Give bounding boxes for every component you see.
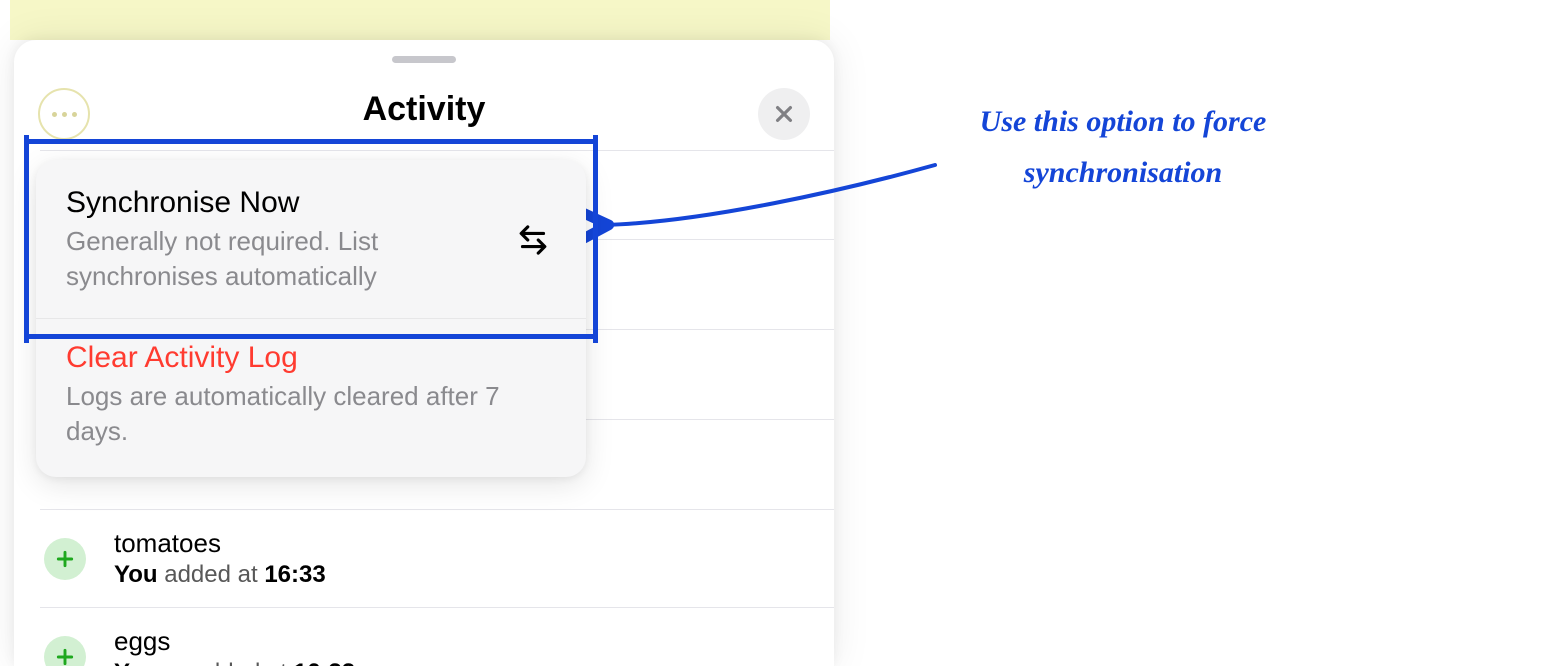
- activity-item-meta: You added at 16:33: [114, 561, 326, 589]
- more-button[interactable]: [38, 88, 90, 140]
- menu-item-title: Synchronise Now: [66, 186, 490, 220]
- activity-verb: added at: [164, 561, 257, 588]
- menu-item-subtitle: Generally not required. List synchronise…: [66, 224, 490, 294]
- plus-icon: [55, 647, 75, 666]
- activity-verb: re-added at: [164, 659, 287, 666]
- menu-item-synchronise-now[interactable]: Synchronise Now Generally not required. …: [36, 164, 586, 318]
- close-button[interactable]: [758, 88, 810, 140]
- activity-sheet: Activity tomatoes You added at 16:33: [14, 40, 834, 666]
- menu-item-subtitle: Logs are automatically cleared after 7 d…: [66, 379, 556, 449]
- sync-arrows-icon: [510, 217, 556, 263]
- plus-icon: [55, 549, 75, 569]
- activity-actor: You: [114, 561, 158, 588]
- activity-item-name: eggs: [114, 626, 355, 657]
- added-badge: [44, 636, 86, 666]
- activity-text: eggs You re-added at 16:33: [114, 626, 355, 666]
- activity-item-name: tomatoes: [114, 528, 326, 559]
- activity-time: 16:33: [264, 561, 325, 588]
- activity-row: tomatoes You added at 16:33: [40, 510, 834, 608]
- activity-actor: You: [114, 659, 158, 666]
- sheet-title: Activity: [363, 90, 486, 129]
- close-icon: [773, 103, 795, 125]
- added-badge: [44, 538, 86, 580]
- activity-row: eggs You re-added at 16:33: [40, 608, 834, 666]
- menu-item-title: Clear Activity Log: [66, 341, 556, 375]
- sheet-header: Activity: [14, 40, 834, 150]
- activity-time: 16:33: [294, 659, 355, 666]
- background-strip: [10, 0, 830, 40]
- annotation-text: Use this option to force synchronisation: [938, 96, 1308, 198]
- context-menu-popover: Synchronise Now Generally not required. …: [36, 160, 586, 477]
- menu-item-clear-activity-log[interactable]: Clear Activity Log Logs are automaticall…: [36, 319, 586, 473]
- ellipsis-icon: [52, 112, 77, 117]
- activity-text: tomatoes You added at 16:33: [114, 528, 326, 589]
- activity-item-meta: You re-added at 16:33: [114, 659, 355, 666]
